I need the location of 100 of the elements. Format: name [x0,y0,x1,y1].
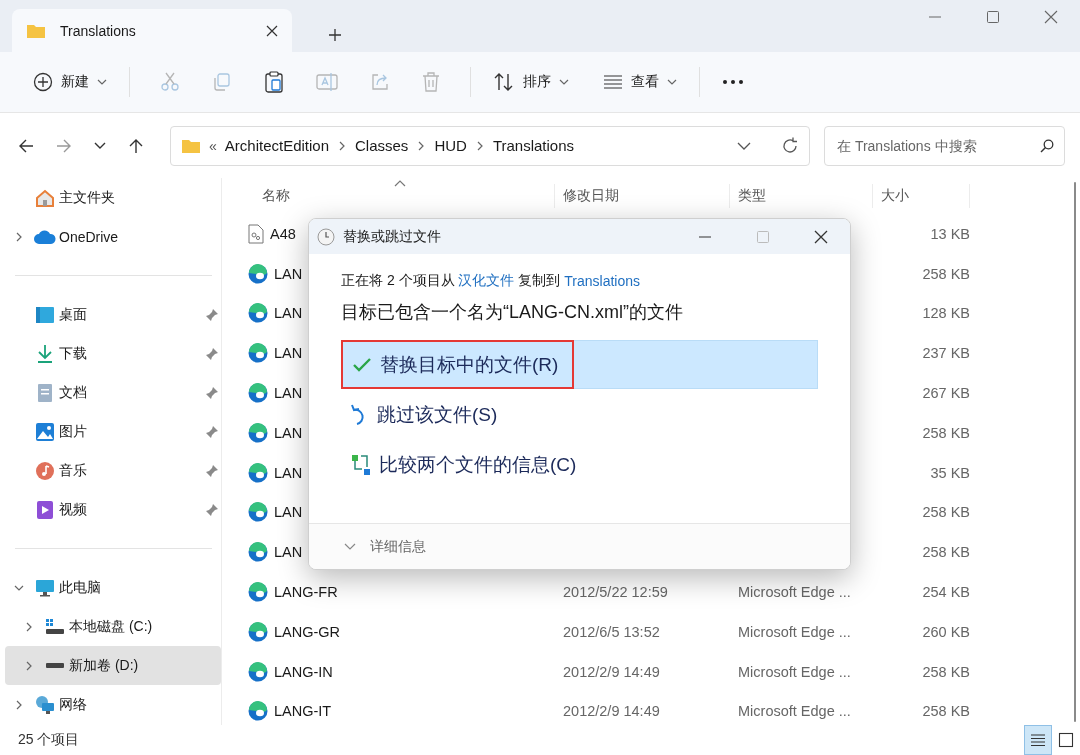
file-name[interactable]: LANG-IT [274,703,332,720]
chevron-down-icon [559,77,569,87]
column-header[interactable]: 类型 [730,184,873,208]
file-name[interactable]: LAN [274,544,303,561]
clipboard-icon[interactable] [264,71,284,93]
folder-link[interactable]: Translations [564,273,640,289]
sidebar-label: 网络 [59,695,87,714]
sidebar-label: 此电脑 [59,578,101,597]
edge-file-icon [248,661,268,682]
pin-icon[interactable] [205,385,219,400]
sidebar-label: 本地磁盘 (C:) [69,617,153,636]
new-button[interactable]: 新建 [25,66,115,98]
breadcrumb[interactable]: HUD [434,137,467,154]
pin-icon[interactable] [205,346,219,361]
sidebar-item[interactable]: 网络 [5,685,221,724]
table-cell: 254 KB [922,584,970,601]
sidebar-item[interactable]: 视频 [5,490,221,529]
chevron-down-icon[interactable] [94,140,106,151]
file-name[interactable]: LAN [274,385,303,402]
dialog-option[interactable]: 替换目标中的文件(R) [341,340,818,389]
column-header[interactable]: 大小 [873,184,970,208]
refresh-icon[interactable] [781,136,799,155]
table-cell: 258 KB [922,424,970,441]
edge-file-icon [248,542,268,563]
sidebar-label: 主文件夹 [59,188,115,207]
file-name[interactable]: LAN [274,345,303,362]
file-name[interactable]: LANG-FR [274,584,338,601]
file-name[interactable]: LAN [274,265,303,282]
view-toggle[interactable] [1024,725,1052,755]
edge-file-icon [248,701,268,722]
folder-link[interactable]: 汉化文件 [458,272,515,290]
file-name[interactable]: LAN [274,305,303,322]
folder-icon [26,22,46,39]
details-toggle[interactable]: 详细信息 [344,537,426,556]
table-cell: 258 KB [922,663,970,680]
column-header[interactable]: 名称 [222,184,555,208]
file-name[interactable]: LAN [274,424,303,441]
chevron-down-icon [97,77,107,87]
sidebar-item[interactable]: 桌面 [5,295,221,334]
forward-arrow-icon[interactable] [56,137,72,154]
breadcrumb[interactable]: Classes [355,137,409,154]
dialog-option[interactable]: 比较两个文件的信息(C) [341,440,818,489]
breadcrumb[interactable]: Translations [492,137,575,154]
view-button[interactable]: 查看 [595,67,685,97]
sidebar-item[interactable]: 文档 [5,373,221,412]
file-name[interactable]: A48 [270,225,296,242]
sidebar-item[interactable]: 主文件夹 [5,178,221,217]
column-header[interactable]: 修改日期 [555,184,730,208]
sidebar-item[interactable]: 下载 [5,334,221,373]
sidebar-item[interactable]: 音乐 [5,451,221,490]
pin-icon[interactable] [205,424,219,439]
drive-icon [45,661,65,670]
back-arrow-icon[interactable] [18,137,34,154]
window-tab[interactable]: Translations [12,9,292,52]
details-view-icon [1030,733,1046,747]
pin-icon[interactable] [205,307,219,322]
file-name[interactable]: LAN [274,464,303,481]
pin-icon[interactable] [205,502,219,517]
more-icon[interactable] [722,79,744,85]
search-field[interactable]: 在 Translations 中搜索 [835,136,1040,155]
plus-circle-icon [33,72,53,92]
maximize-icon[interactable] [986,10,1000,24]
chevron-right-icon [24,660,34,671]
sort-button[interactable]: 排序 [485,66,577,98]
chevron-right-icon [14,231,24,242]
drive-icon [45,617,65,636]
pin-icon[interactable] [205,463,219,478]
chevron-down-icon[interactable] [737,140,751,151]
address-bar[interactable]: « ArchitectEdition Classes HUD Translations [170,125,810,166]
table-cell-text: Microsoft Edge ... [737,623,851,640]
search-icon[interactable] [1040,138,1054,153]
video-icon [36,499,54,520]
sidebar-item[interactable]: OneDrive [5,217,221,256]
clock-icon [317,227,335,246]
overflow-marker[interactable]: « [209,137,217,154]
image-icon [35,421,55,442]
sidebar-label: 视频 [59,500,87,519]
file-name[interactable]: LAN [274,504,303,521]
sidebar-item[interactable]: 本地磁盘 (C:) [5,607,221,646]
compare-icon [351,453,371,476]
file-icon [248,223,264,244]
edge-file-icon [248,343,268,364]
music-icon [35,460,55,481]
breadcrumb[interactable]: ArchitectEdition [224,137,329,154]
close-icon[interactable] [814,229,828,244]
chevron-right-icon [337,140,347,151]
sidebar-item[interactable]: 新加卷 (D:) [5,646,221,685]
sidebar-item[interactable]: 图片 [5,412,221,451]
edge-file-icon [248,502,268,523]
table-cell-text: Microsoft Edge ... [737,584,851,601]
house-icon [35,187,55,208]
close-icon[interactable] [266,24,278,37]
search-box[interactable]: 在 Translations 中搜索 [824,125,1065,166]
plus-icon[interactable] [328,28,342,42]
edge-file-icon [248,582,268,603]
sidebar-item[interactable]: 此电脑 [5,568,221,607]
dialog-option[interactable]: 跳过该文件(S) [341,390,818,439]
file-name[interactable]: LANG-IN [274,663,333,680]
up-arrow-icon[interactable] [128,137,144,154]
file-name[interactable]: LANG-GR [274,623,341,640]
